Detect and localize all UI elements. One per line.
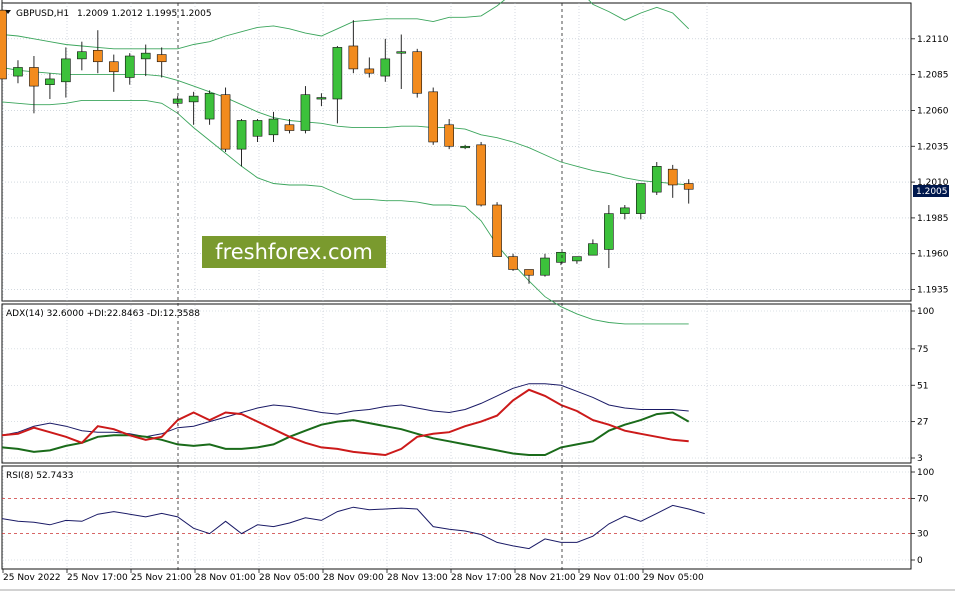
candle-body bbox=[460, 145, 470, 149]
candle-body bbox=[524, 269, 534, 276]
time-tick-label: 28 Nov 05:00 bbox=[259, 573, 320, 583]
time-tick-label: 28 Nov 13:00 bbox=[387, 573, 448, 583]
candle-body bbox=[667, 168, 678, 186]
rsi-tick-label: 70 bbox=[917, 494, 929, 504]
candle-body bbox=[284, 124, 295, 131]
adx-tick-label: 27 bbox=[917, 418, 928, 428]
rsi-label: RSI(8) 52.7433 bbox=[6, 471, 73, 481]
candle-body bbox=[492, 204, 502, 257]
candle-body bbox=[61, 58, 71, 83]
candle-body bbox=[0, 9, 7, 80]
candle-body bbox=[236, 120, 247, 150]
candle-body bbox=[93, 49, 103, 63]
candle-body bbox=[204, 92, 215, 120]
candle bbox=[492, 202, 502, 257]
candle-body bbox=[620, 207, 630, 214]
candle-body bbox=[77, 51, 87, 60]
candle bbox=[508, 253, 518, 271]
candle-body bbox=[683, 183, 694, 190]
time-tick-label: 28 Nov 21:00 bbox=[515, 573, 576, 583]
current-price-value: 1.2005 bbox=[916, 187, 948, 197]
candle-body bbox=[556, 251, 566, 263]
time-tick-label: 29 Nov 05:00 bbox=[643, 573, 704, 583]
ohlc-values: 1.2009 1.2012 1.1995 1.2005 bbox=[77, 9, 212, 19]
candle-body bbox=[140, 52, 151, 60]
time-tick-label: 25 Nov 2022 bbox=[3, 573, 61, 583]
candle-body bbox=[380, 58, 391, 77]
candle-body bbox=[476, 144, 486, 206]
candle-body bbox=[396, 51, 407, 54]
candle bbox=[476, 141, 486, 207]
chart-header: GBPUSD,H1 1.2009 1.2012 1.1995 1.2005 bbox=[5, 9, 212, 19]
candle-body bbox=[508, 256, 518, 270]
candle bbox=[0, 0, 7, 89]
candle-body bbox=[651, 166, 662, 193]
price-tick-label: 1.1935 bbox=[917, 286, 949, 296]
price-tick-label: 1.2110 bbox=[917, 35, 949, 45]
candle-body bbox=[604, 213, 614, 250]
adx-label: ADX(14) 32.6000 +DI:22.8463 -DI:12.3588 bbox=[6, 309, 200, 319]
adx-tick-label: 100 bbox=[917, 307, 934, 317]
time-tick-label: 25 Nov 17:00 bbox=[67, 573, 128, 583]
price-tick-label: 1.2085 bbox=[917, 71, 949, 81]
candle-body bbox=[268, 118, 279, 136]
candle-body bbox=[540, 257, 550, 276]
time-tick-label: 28 Nov 01:00 bbox=[195, 573, 256, 583]
price-tick-label: 1.2060 bbox=[917, 106, 949, 116]
rsi-tick-label: 30 bbox=[917, 530, 929, 540]
price-tick-label: 1.1985 bbox=[917, 214, 949, 224]
candle bbox=[412, 48, 423, 98]
adx-tick-label: 51 bbox=[917, 381, 928, 391]
candle bbox=[428, 87, 438, 145]
rsi-tick-label: 0 bbox=[917, 556, 923, 566]
candle-body bbox=[635, 183, 646, 214]
time-tick-label: 25 Nov 21:00 bbox=[131, 573, 192, 583]
adx-tick-label: 75 bbox=[917, 345, 928, 355]
candle-body bbox=[188, 95, 199, 103]
candle-body bbox=[332, 47, 343, 100]
time-tick-label: 28 Nov 09:00 bbox=[323, 573, 384, 583]
candle-body bbox=[29, 67, 39, 87]
time-tick-label: 28 Nov 17:00 bbox=[451, 573, 512, 583]
chart-window bbox=[0, 0, 955, 595]
candle-body bbox=[300, 94, 311, 131]
candle-body bbox=[588, 243, 598, 256]
candle-body bbox=[572, 256, 582, 262]
candle-body bbox=[45, 78, 55, 85]
candle-body bbox=[412, 51, 423, 94]
symbol-label: GBPUSD,H1 bbox=[16, 9, 69, 19]
price-tick-label: 1.2035 bbox=[917, 142, 949, 152]
price-tick-label: 1.1960 bbox=[917, 250, 949, 260]
adx-tick-label: 3 bbox=[917, 454, 923, 464]
candle-body bbox=[364, 68, 375, 74]
current-price-tag: 1.2005 bbox=[913, 185, 949, 197]
candle-body bbox=[428, 91, 438, 143]
candle-body bbox=[156, 54, 167, 63]
watermark: freshforex.com bbox=[202, 236, 386, 268]
candle bbox=[220, 87, 231, 152]
time-tick-label: 29 Nov 01:00 bbox=[579, 573, 640, 583]
rsi-tick-label: 100 bbox=[917, 468, 934, 478]
candle bbox=[651, 162, 662, 195]
candle-body bbox=[252, 120, 263, 137]
candle-body bbox=[108, 61, 119, 73]
candle-body bbox=[220, 94, 231, 150]
candle-body bbox=[124, 55, 135, 78]
candle-body bbox=[348, 45, 359, 70]
candle-body bbox=[13, 67, 23, 77]
candle-body bbox=[444, 124, 454, 147]
watermark-text: freshforex.com bbox=[215, 240, 373, 264]
candle-body bbox=[316, 97, 327, 100]
